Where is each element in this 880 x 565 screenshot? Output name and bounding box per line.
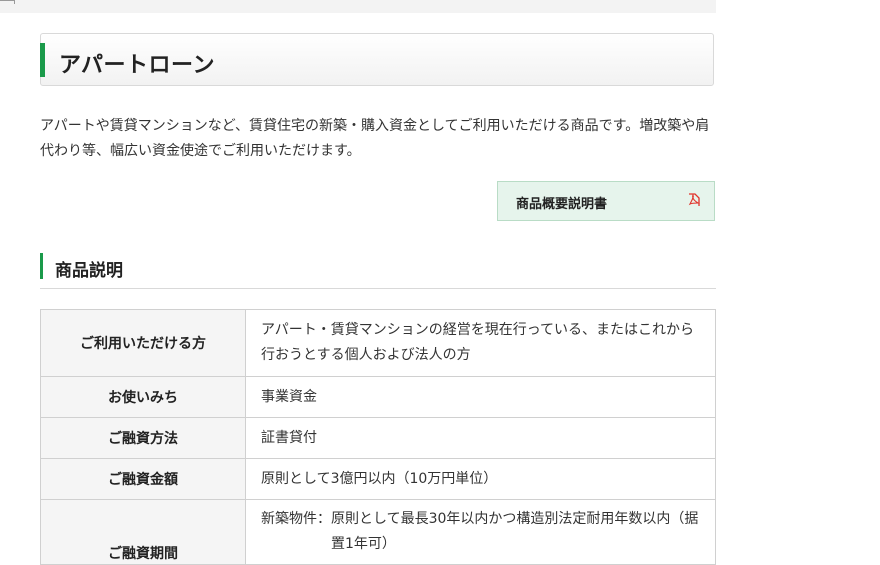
pdf-icon	[688, 193, 700, 206]
title-accent-bar	[40, 43, 45, 77]
row-value-eligibility: アパート・賃貸マンションの経営を現在行っている、またはこれから行おうとする個人お…	[245, 309, 716, 377]
section-accent-bar	[40, 253, 43, 279]
page-title-box: アパートローン	[40, 33, 714, 86]
row-value-period: 新築物件：原則として最長30年以内かつ構造別法定耐用年数以内（据 置1年可）	[245, 499, 716, 565]
row-value-purpose: 事業資金	[245, 376, 716, 418]
row-label-eligibility: ご利用いただける方	[40, 309, 246, 377]
row-value-amount: 原則として3億円以内（10万円単位）	[245, 458, 716, 500]
row-label-purpose: お使いみち	[40, 376, 246, 418]
corner-mark	[0, 0, 15, 4]
period-line-2: 置1年可）	[331, 536, 396, 552]
section-title: 商品説明	[55, 261, 123, 281]
section-heading: 商品説明	[40, 251, 716, 289]
table-row: ご利用いただける方 アパート・賃貸マンションの経営を現在行っている、またはこれか…	[40, 309, 716, 377]
row-label-amount: ご融資金額	[40, 458, 246, 500]
row-label-period: ご融資期間	[40, 499, 246, 565]
table-row: ご融資金額 原則として3億円以内（10万円単位）	[40, 458, 716, 500]
product-spec-table: ご利用いただける方 アパート・賃貸マンションの経営を現在行っている、またはこれか…	[40, 309, 716, 565]
row-label-method: ご融資方法	[40, 417, 246, 459]
period-line-1: 新築物件：原則として最長30年以内かつ構造別法定耐用年数以内（据	[261, 511, 699, 527]
row-value-method: 証書貸付	[245, 417, 716, 459]
table-row: ご融資方法 証書貸付	[40, 417, 716, 459]
page-title: アパートローン	[59, 53, 215, 78]
intro-text: アパートや賃貸マンションなど、賃貸住宅の新築・購入資金としてご利用いただける商品…	[40, 118, 710, 159]
pdf-link-label: 商品概要説明書	[516, 197, 608, 212]
top-strip	[0, 0, 716, 13]
table-row: お使いみち 事業資金	[40, 376, 716, 418]
product-summary-pdf-link[interactable]: 商品概要説明書	[497, 181, 715, 221]
table-row: ご融資期間 新築物件：原則として最長30年以内かつ構造別法定耐用年数以内（据 置…	[40, 499, 716, 565]
